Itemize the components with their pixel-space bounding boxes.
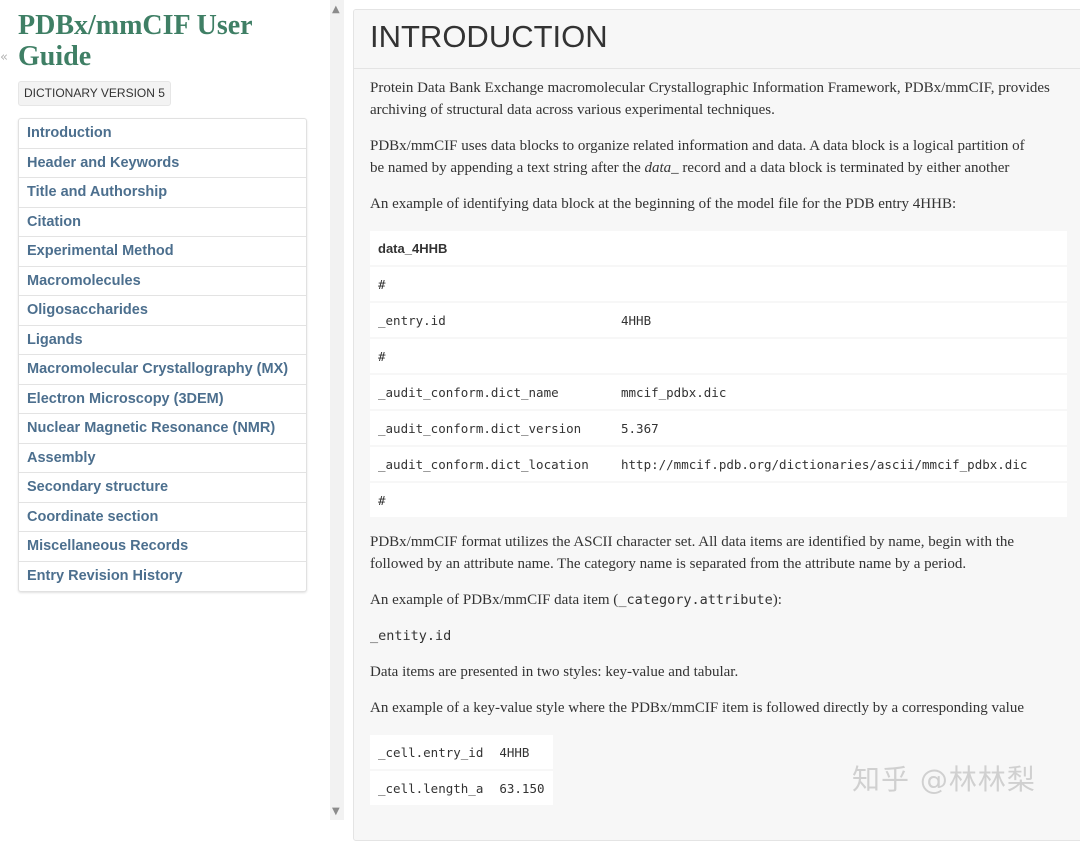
table-row: _entry.id 4HHB <box>370 303 1067 337</box>
table-cell-value <box>613 483 1067 517</box>
nav-item-introduction[interactable]: Introduction <box>19 119 306 149</box>
table-header-cell: data_4HHB <box>370 231 1067 265</box>
nav-item-citation[interactable]: Citation <box>19 208 306 237</box>
table-cell-value: mmcif_pdbx.dic <box>613 375 1067 409</box>
nav-item-mx[interactable]: Macromolecular Crystallography (MX) <box>19 355 306 385</box>
scroll-down-arrow-icon[interactable]: ▼ <box>332 806 340 817</box>
table-cell-key: # <box>370 483 613 517</box>
table-cell-value: 63.150 <box>491 771 553 805</box>
ascii-line-2: followed by an attribute name. The categ… <box>370 556 967 572</box>
nav-item-miscellaneous-records[interactable]: Miscellaneous Records <box>19 532 306 562</box>
nav-item-secondary-structure[interactable]: Secondary structure <box>19 473 306 503</box>
table-cell-key: _audit_conform.dict_location <box>370 447 613 481</box>
key-value-example-table: _cell.entry_id 4HHB _cell.length_a 63.15… <box>370 733 553 807</box>
nav-item-macromolecules[interactable]: Macromolecules <box>19 267 306 296</box>
panel-header: INTRODUCTION <box>354 10 1080 69</box>
table-row: # <box>370 339 1067 373</box>
table-cell-value: 4HHB <box>491 735 553 769</box>
code-example-entity-id: _entity.id <box>370 628 452 644</box>
table-row: _audit_conform.dict_version 5.367 <box>370 411 1067 445</box>
panel-body: Protein Data Bank Exchange macromolecula… <box>354 69 1080 807</box>
ascii-paragraph: PDBx/mmCIF format utilizes the ASCII cha… <box>370 531 1078 575</box>
nav-item-3dem[interactable]: Electron Microscopy (3DEM) <box>19 385 306 414</box>
table-row: # <box>370 267 1067 301</box>
table-cell-key: _audit_conform.dict_version <box>370 411 613 445</box>
table-header-row: data_4HHB <box>370 231 1067 265</box>
sidebar: « PDBx/mmCIF User Guide DICTIONARY VERSI… <box>0 0 330 820</box>
nav-item-ligands[interactable]: Ligands <box>19 326 306 355</box>
sidebar-scrollbar[interactable]: ▲ ▼ <box>330 0 344 820</box>
table-row: _cell.entry_id 4HHB <box>370 735 553 769</box>
content-panel: INTRODUCTION Protein Data Bank Exchange … <box>353 9 1080 841</box>
table-cell-value: http://mmcif.pdb.org/dictionaries/ascii/… <box>613 447 1067 481</box>
table-cell-key: _cell.length_a <box>370 771 492 805</box>
table-row: _audit_conform.dict_name mmcif_pdbx.dic <box>370 375 1067 409</box>
table-cell-value: 4HHB <box>613 303 1067 337</box>
key-value-paragraph: An example of a key-value style where th… <box>370 700 1025 716</box>
styles-paragraph: Data items are presented in two styles: … <box>370 664 739 680</box>
site-title[interactable]: PDBx/mmCIF User Guide <box>18 10 318 72</box>
table-row: _cell.length_a 63.150 <box>370 771 553 805</box>
collapse-sidebar-icon[interactable]: « <box>0 50 8 65</box>
intro-paragraph: Protein Data Bank Exchange macromolecula… <box>370 77 1078 121</box>
nav-item-nmr[interactable]: Nuclear Magnetic Resonance (NMR) <box>19 414 306 444</box>
table-cell-key: _cell.entry_id <box>370 735 492 769</box>
nav-item-assembly[interactable]: Assembly <box>19 444 306 473</box>
section-title: INTRODUCTION <box>370 19 608 54</box>
nav-item-entry-revision-history[interactable]: Entry Revision History <box>19 562 306 592</box>
ascii-line-1: PDBx/mmCIF format utilizes the ASCII cha… <box>370 534 1015 550</box>
table-cell-value <box>613 339 1067 373</box>
scroll-up-arrow-icon[interactable]: ▲ <box>332 4 340 15</box>
data-item-example-paragraph: An example of PDBx/mmCIF data item (_cat… <box>370 589 1078 611</box>
nav-list: Introduction Header and Keywords Title a… <box>18 118 307 592</box>
data-block-paragraph: PDBx/mmCIF uses data blocks to organize … <box>370 135 1078 179</box>
nav-item-coordinate-section[interactable]: Coordinate section <box>19 503 306 532</box>
data-block-example-table: data_4HHB # _entry.id 4HHB # _audit_conf… <box>370 229 1067 519</box>
table-cell-key: # <box>370 267 613 301</box>
table-row: # <box>370 483 1067 517</box>
data-block-line-1: PDBx/mmCIF uses data blocks to organize … <box>370 138 1025 154</box>
inline-code-category-attribute: _category.attribute <box>618 592 773 608</box>
table-cell-key: _entry.id <box>370 303 613 337</box>
data-item-text-b: ): <box>772 592 782 608</box>
data-block-line-2b: record and a data block is terminated by… <box>678 160 1010 176</box>
example-intro-paragraph: An example of identifying data block at … <box>370 196 957 212</box>
data-block-line-2a: be named by appending a text string afte… <box>370 160 645 176</box>
data-item-text-a: An example of PDBx/mmCIF data item ( <box>370 592 619 608</box>
intro-line-2: archiving of structural data across vari… <box>370 102 775 118</box>
table-row: _audit_conform.dict_location http://mmci… <box>370 447 1067 481</box>
table-cell-value: 5.367 <box>613 411 1067 445</box>
data-record-emphasis: data_ <box>644 160 679 176</box>
table-cell-value <box>613 267 1067 301</box>
version-badge: DICTIONARY VERSION 5 <box>18 81 171 106</box>
intro-line-1: Protein Data Bank Exchange macromolecula… <box>370 80 1050 96</box>
nav-item-title-and-authorship[interactable]: Title and Authorship <box>19 178 306 208</box>
nav-item-experimental-method[interactable]: Experimental Method <box>19 237 306 267</box>
watermark-text: 知乎 @林林梨 <box>852 763 1036 796</box>
nav-item-header-and-keywords[interactable]: Header and Keywords <box>19 149 306 178</box>
table-cell-key: # <box>370 339 613 373</box>
nav-item-oligosaccharides[interactable]: Oligosaccharides <box>19 296 306 326</box>
table-cell-key: _audit_conform.dict_name <box>370 375 613 409</box>
